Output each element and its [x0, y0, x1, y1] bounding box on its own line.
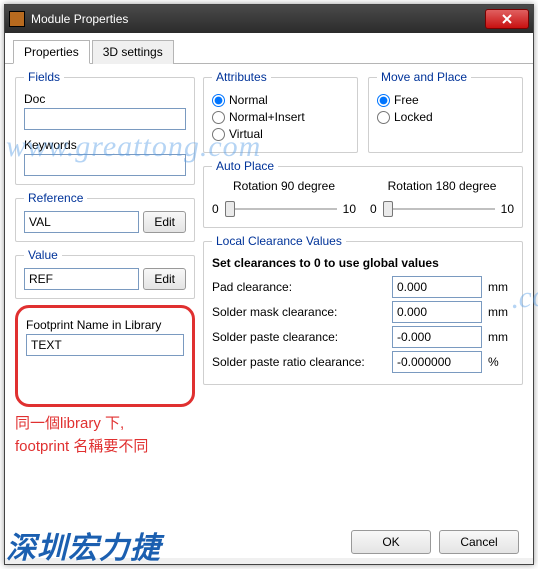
footprint-name-input[interactable]	[26, 334, 184, 356]
fields-group: Fields Doc Keywords	[15, 70, 195, 185]
cancel-button[interactable]: Cancel	[439, 530, 519, 554]
rot180-label: Rotation 180 degree	[370, 179, 514, 193]
rot180-min: 0	[370, 202, 377, 216]
footprint-highlight-box: Footprint Name in Library	[15, 305, 195, 407]
rot90-max: 10	[343, 202, 356, 216]
pad-clearance-label: Pad clearance:	[212, 280, 386, 294]
ok-button[interactable]: OK	[351, 530, 431, 554]
paste-clearance-input[interactable]	[392, 326, 482, 348]
tabstrip: Properties 3D settings	[5, 33, 533, 64]
paste-clearance-label: Solder paste clearance:	[212, 330, 386, 344]
tab-properties[interactable]: Properties	[13, 40, 90, 64]
window-title: Module Properties	[31, 12, 485, 26]
close-icon	[502, 14, 512, 24]
mask-clearance-input[interactable]	[392, 301, 482, 323]
ratio-clearance-input[interactable]	[392, 351, 482, 373]
content-area: Fields Doc Keywords Reference Edit Value	[5, 64, 533, 558]
reference-legend: Reference	[24, 191, 87, 205]
tab-3d-settings[interactable]: 3D settings	[92, 40, 174, 64]
ratio-clearance-label: Solder paste ratio clearance:	[212, 355, 386, 369]
dialog-window: Module Properties Properties 3D settings…	[4, 4, 534, 565]
doc-input[interactable]	[24, 108, 186, 130]
keywords-label: Keywords	[24, 138, 186, 152]
fields-legend: Fields	[24, 70, 64, 84]
reference-input[interactable]	[24, 211, 139, 233]
move-place-group: Move and Place Free Locked	[368, 70, 523, 153]
rot90-label: Rotation 90 degree	[212, 179, 356, 193]
clearance-legend: Local Clearance Values	[212, 234, 346, 248]
annotation-line1: 同一個library 下,	[15, 413, 195, 436]
value-legend: Value	[24, 248, 62, 262]
attr-normal-insert-radio[interactable]: Normal+Insert	[212, 110, 349, 124]
mask-clearance-label: Solder mask clearance:	[212, 305, 386, 319]
ratio-clearance-unit: %	[488, 355, 514, 369]
value-input[interactable]	[24, 268, 139, 290]
mp-locked-radio[interactable]: Locked	[377, 110, 514, 124]
clearance-group: Local Clearance Values Set clearances to…	[203, 234, 523, 385]
attr-normal-radio[interactable]: Normal	[212, 93, 349, 107]
pad-clearance-input[interactable]	[392, 276, 482, 298]
attributes-legend: Attributes	[212, 70, 271, 84]
mask-clearance-unit: mm	[488, 305, 514, 319]
value-group: Value Edit	[15, 248, 195, 299]
reference-group: Reference Edit	[15, 191, 195, 242]
value-edit-button[interactable]: Edit	[143, 268, 186, 290]
rot180-max: 10	[501, 202, 514, 216]
attributes-group: Attributes Normal Normal+Insert Virtual	[203, 70, 358, 153]
reference-edit-button[interactable]: Edit	[143, 211, 186, 233]
doc-label: Doc	[24, 92, 186, 106]
attr-virtual-radio[interactable]: Virtual	[212, 127, 349, 141]
footprint-label: Footprint Name in Library	[26, 318, 184, 332]
mp-free-radio[interactable]: Free	[377, 93, 514, 107]
auto-place-group: Auto Place Rotation 90 degree 0 10 Rotat…	[203, 159, 523, 228]
titlebar: Module Properties	[5, 5, 533, 33]
paste-clearance-unit: mm	[488, 330, 514, 344]
rot90-min: 0	[212, 202, 219, 216]
annotation-line2: footprint 名稱要不同	[15, 436, 195, 459]
move-place-legend: Move and Place	[377, 70, 471, 84]
app-icon	[9, 11, 25, 27]
rot90-slider[interactable]	[225, 199, 337, 219]
annotation-text: 同一個library 下, footprint 名稱要不同	[15, 413, 195, 458]
rot180-slider[interactable]	[383, 199, 495, 219]
dialog-buttons: OK Cancel	[351, 530, 519, 554]
close-button[interactable]	[485, 9, 529, 29]
clearance-note: Set clearances to 0 to use global values	[212, 256, 514, 270]
keywords-input[interactable]	[24, 154, 186, 176]
pad-clearance-unit: mm	[488, 280, 514, 294]
auto-place-legend: Auto Place	[212, 159, 278, 173]
